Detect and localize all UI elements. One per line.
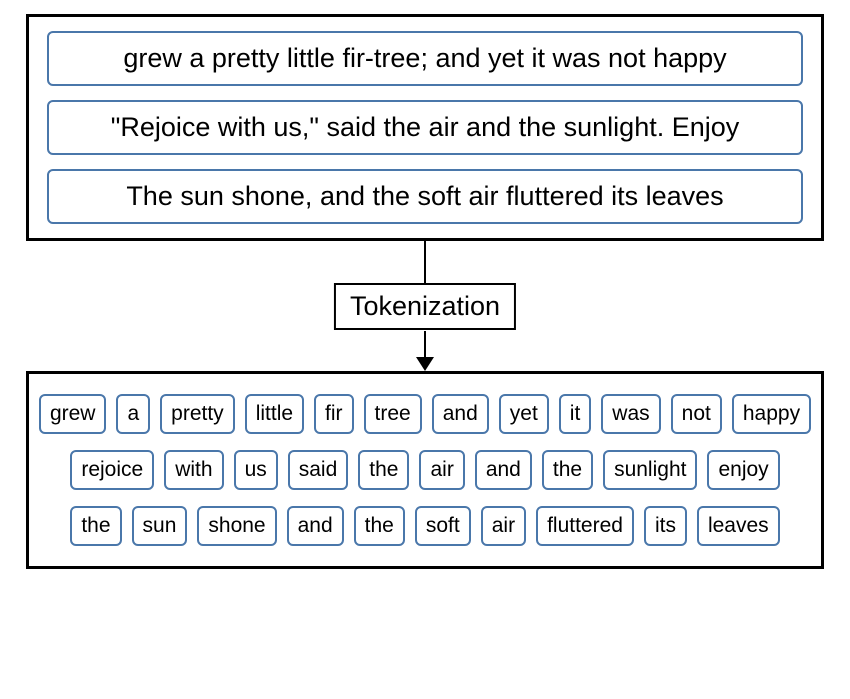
token: and [287,506,344,546]
token: leaves [697,506,780,546]
token: little [245,394,304,434]
connector-line-top [424,241,426,283]
token: soft [415,506,471,546]
token: with [164,450,223,490]
token: fir [314,394,354,434]
token: us [234,450,278,490]
process-label-box: Tokenization [334,283,516,330]
token: its [644,506,687,546]
token: yet [499,394,549,434]
input-sentences-box: grew a pretty little fir-tree; and yet i… [26,14,824,241]
diagram-stage: grew a pretty little fir-tree; and yet i… [26,14,824,569]
token: was [601,394,660,434]
token: it [559,394,592,434]
token: sun [132,506,188,546]
token-row: the sun shone and the soft air fluttered… [43,506,807,546]
output-tokens-box: grew a pretty little fir tree and yet it… [26,371,824,569]
token: air [419,450,464,490]
arrowhead-icon [416,357,434,371]
process-label-text: Tokenization [350,291,500,321]
token: rejoice [70,450,154,490]
token: not [671,394,722,434]
token-row: rejoice with us said the air and the sun… [43,450,807,490]
token: shone [197,506,276,546]
token: said [288,450,349,490]
token: the [358,450,409,490]
token-row: grew a pretty little fir tree and yet it… [43,394,807,434]
token: happy [732,394,811,434]
flow-connector: Tokenization [26,241,824,371]
token: the [542,450,593,490]
input-sentence: grew a pretty little fir-tree; and yet i… [47,31,803,86]
token: a [116,394,150,434]
token: the [354,506,405,546]
token: sunlight [603,450,697,490]
token: grew [39,394,107,434]
token: the [70,506,121,546]
token: and [475,450,532,490]
input-sentence: "Rejoice with us," said the air and the … [47,100,803,155]
input-sentence: The sun shone, and the soft air fluttere… [47,169,803,224]
token: pretty [160,394,235,434]
token: tree [364,394,422,434]
token: and [432,394,489,434]
token: air [481,506,526,546]
token: fluttered [536,506,634,546]
token: enjoy [707,450,779,490]
